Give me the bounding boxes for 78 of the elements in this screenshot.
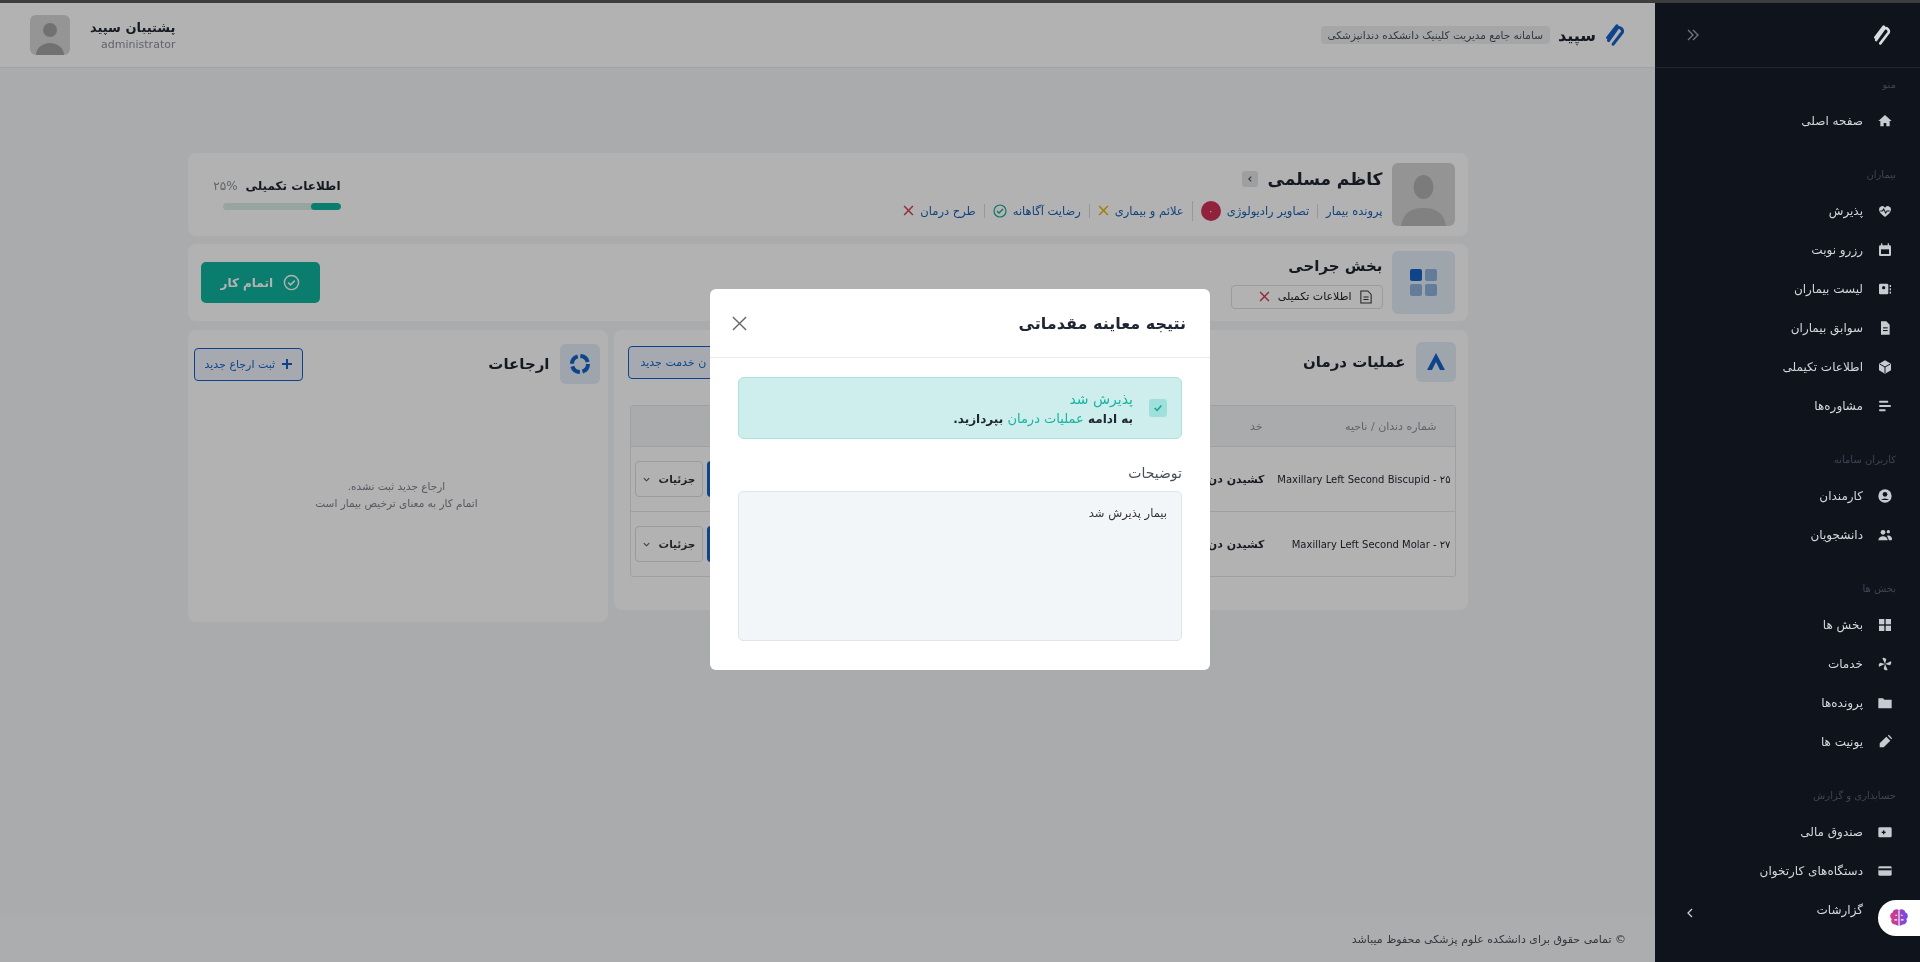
pinwheel-icon xyxy=(1877,655,1893,672)
cross-icon xyxy=(903,205,915,216)
grid-icon xyxy=(1391,251,1455,314)
count-badge: ۰ xyxy=(1200,200,1221,221)
user-name: پشتیبان سپید xyxy=(90,19,176,35)
sidebar-item[interactable]: لیست بیماران xyxy=(1793,269,1920,308)
user-circle-icon xyxy=(1877,487,1893,504)
patient-link[interactable]: علائم و بیماری xyxy=(1114,203,1184,218)
column-header: شماره دندان / ناحیه xyxy=(1344,419,1438,433)
check-circle-icon xyxy=(283,274,301,291)
section-tab[interactable]: اطلاعات تکمیلی xyxy=(1230,284,1383,309)
app-subtitle: سامانه جامع مدیریت کلینیک دانشکده دندانپزشکی xyxy=(1320,26,1550,44)
patient-link[interactable]: رضایت آگاهانه xyxy=(1012,203,1081,218)
user-role: administrator xyxy=(100,37,176,51)
calendar-icon xyxy=(1877,241,1893,258)
app-name: سپید xyxy=(1557,25,1596,45)
document-icon xyxy=(1359,289,1372,304)
copyright-text: © تمامی حقوق برای دانشکده علوم پزشکی محفوظ میباشد xyxy=(1351,932,1626,946)
logo-icon xyxy=(1604,24,1626,46)
logo-icon xyxy=(1872,25,1892,45)
sidebar-item[interactable]: صفحه اصلی xyxy=(1801,101,1920,140)
sidebar-heading: کاربران سامانه xyxy=(1832,453,1897,467)
field-label: توضیحات xyxy=(1127,465,1182,481)
patient-link[interactable]: طرح درمان xyxy=(920,203,976,218)
empty-message: ارجاع جدید ثبت نشده. xyxy=(347,480,446,492)
chevron-icon xyxy=(1245,174,1254,183)
table-cell-text: Maxillary Left Second Molar - ۲۷ xyxy=(1290,538,1452,550)
cross-icon xyxy=(1258,291,1270,302)
patient-link[interactable]: تصاویر رادیولوژی xyxy=(1226,203,1310,218)
assistant-button[interactable] xyxy=(1878,900,1920,936)
checkbox[interactable] xyxy=(1149,399,1167,417)
sidebar-item[interactable]: دستگاه‌های کارتخوان xyxy=(1759,851,1920,890)
sidebar-heading: حسابداری و گزارش xyxy=(1812,789,1897,804)
alert-title: پذیرش شد xyxy=(1068,390,1133,407)
expand-button[interactable] xyxy=(1241,170,1258,187)
table-cell-text: Maxillary Left Second Biscupid - ۲۵ xyxy=(1276,473,1452,485)
grid-icon xyxy=(1877,616,1893,633)
sidebar-item[interactable]: صندوق مالی xyxy=(1800,812,1920,851)
plus-icon xyxy=(282,359,293,369)
patient-link[interactable]: پرونده بیمار xyxy=(1326,203,1383,218)
card-title: عملیات درمان xyxy=(1302,353,1406,371)
add-referral-button[interactable]: ثبت ارجاع جدید xyxy=(193,347,304,381)
patient-name: کاظم مسلمی xyxy=(1267,168,1383,189)
refresh-icon xyxy=(559,344,600,384)
home-icon xyxy=(1877,112,1893,129)
sidebar-item[interactable]: یونیت ها xyxy=(1820,722,1920,761)
check-icon xyxy=(1153,403,1163,413)
collapse-icon[interactable] xyxy=(1685,27,1701,43)
cross-icon xyxy=(1097,205,1109,216)
sidebar-item[interactable]: پذیرش xyxy=(1828,191,1920,230)
sidebar-item[interactable]: اطلاعات تکیملی xyxy=(1782,347,1920,386)
card-title: ارجاعات xyxy=(488,355,550,373)
person-icon xyxy=(1391,163,1455,226)
sidebar-heading: منو xyxy=(1881,78,1897,92)
sidebar-item[interactable]: پرونده‌ها xyxy=(1821,683,1920,722)
completion-label: اطلاعات تکمیلی xyxy=(245,179,341,193)
details-dropdown[interactable]: جزئیات xyxy=(634,461,703,497)
sidebar-item[interactable]: دانشجویان xyxy=(1810,515,1920,554)
check-circle-icon xyxy=(992,203,1007,218)
sidebar-heading: بیماران xyxy=(1865,168,1897,182)
sidebar-item[interactable]: بخش ها xyxy=(1822,605,1920,644)
empty-message: اتمام کار به معنای ترخیص بیمار است xyxy=(315,497,478,509)
column-header: خد xyxy=(1249,419,1264,433)
modal-title: نتیجه معاینه مقدماتی xyxy=(1018,313,1186,333)
section-title: بخش جراحی xyxy=(1287,256,1383,275)
completion-percent: ۲۵% xyxy=(213,179,238,193)
details-dropdown[interactable]: جزئیات xyxy=(634,526,703,562)
sidebar-item[interactable]: رزرو نوبت xyxy=(1811,230,1920,269)
sidebar-item[interactable]: خدمات xyxy=(1827,644,1920,683)
chevron-icon[interactable] xyxy=(1685,908,1695,918)
description-field[interactable]: بیمار پذیرش شد xyxy=(738,491,1182,641)
sidebar-item[interactable]: کارمندان xyxy=(1819,476,1920,515)
alert-message: به ادامه عملیات درمان بپردازید. xyxy=(953,410,1133,426)
sidebar-item[interactable]: مشاوره‌ها xyxy=(1814,386,1920,425)
sidebar-item[interactable]: گزارشات xyxy=(1816,890,1863,929)
sidebar-item[interactable]: سوابق بیماران xyxy=(1790,308,1920,347)
cube-icon xyxy=(1877,358,1893,375)
close-icon[interactable] xyxy=(732,315,747,331)
